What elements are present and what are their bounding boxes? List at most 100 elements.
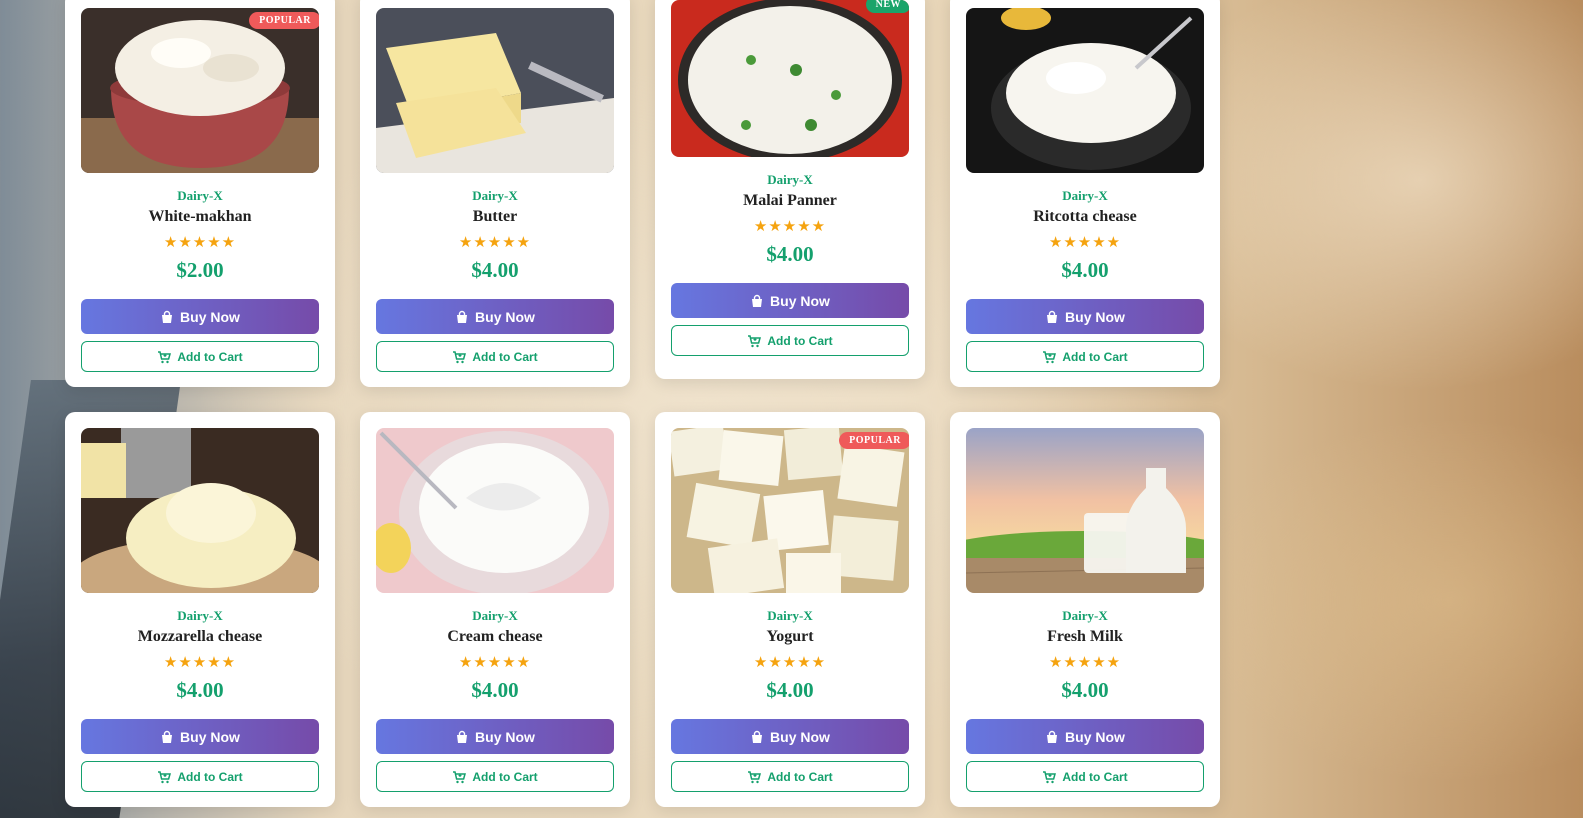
product-brand: Dairy-X [767,608,813,623]
product-card-malai-panner: NEW Dairy-X Malai Panner ★★★★★ $4.00 Buy… [655,0,925,379]
rating-stars: ★★★★★ [163,653,237,671]
add-to-cart-button[interactable]: Add to Cart [966,761,1204,792]
product-price: $4.00 [766,242,814,266]
rating-stars: ★★★★★ [753,217,827,235]
product-name: Ritcotta chease [1033,208,1137,225]
add-to-cart-label: Add to Cart [472,349,538,364]
shopping-bag-icon [160,310,174,324]
add-to-cart-button[interactable]: Add to Cart [966,341,1204,372]
rating-stars: ★★★★★ [163,233,237,251]
cart-icon [747,770,762,784]
badge-new: NEW [865,0,909,13]
rating-stars: ★★★★★ [1048,653,1122,671]
product-image-malai-panner[interactable]: NEW [671,0,909,157]
product-brand: Dairy-X [472,608,518,623]
add-to-cart-button[interactable]: Add to Cart [671,325,909,356]
cart-icon [747,334,762,348]
rating-stars: ★★★★★ [458,233,532,251]
add-to-cart-label: Add to Cart [472,769,538,784]
product-price: $4.00 [471,678,519,702]
add-to-cart-button[interactable]: Add to Cart [671,761,909,792]
buy-now-label: Buy Now [770,728,830,745]
product-card-mozzarella-chease: Dairy-X Mozzarella chease ★★★★★ $4.00 Bu… [65,412,335,807]
product-price: $2.00 [176,258,224,282]
add-to-cart-label: Add to Cart [1062,349,1128,364]
buy-now-label: Buy Now [180,308,240,325]
buy-now-button[interactable]: Buy Now [966,719,1204,754]
buy-now-button[interactable]: Buy Now [671,719,909,754]
buy-now-label: Buy Now [1065,308,1125,325]
badge-popular: POPULAR [249,12,319,29]
product-card-white-makhan: POPULAR Dairy-X White-makhan ★★★★★ $2.00… [65,0,335,387]
shopping-bag-icon [750,294,764,308]
buy-now-button[interactable]: Buy Now [671,283,909,318]
cart-icon [157,770,172,784]
buy-now-button[interactable]: Buy Now [376,299,614,334]
add-to-cart-button[interactable]: Add to Cart [376,341,614,372]
product-image-ritcotta-chease[interactable] [966,8,1204,173]
product-price: $4.00 [1061,678,1109,702]
add-to-cart-label: Add to Cart [1062,769,1128,784]
product-image-fresh-milk[interactable] [966,428,1204,593]
cart-icon [1042,350,1057,364]
add-to-cart-label: Add to Cart [177,349,243,364]
product-name: Yogurt [766,628,814,645]
product-image-mozzarella-chease[interactable] [81,428,319,593]
buy-now-button[interactable]: Buy Now [376,719,614,754]
product-image-cream-chease[interactable] [376,428,614,593]
product-name: Cream chease [447,628,543,645]
cart-icon [452,770,467,784]
shopping-bag-icon [1045,310,1059,324]
product-name: Malai Panner [743,192,837,209]
product-brand: Dairy-X [767,172,813,187]
product-card-butter: Dairy-X Butter ★★★★★ $4.00 Buy Now Add t… [360,0,630,387]
product-brand: Dairy-X [1062,608,1108,623]
buy-now-button[interactable]: Buy Now [966,299,1204,334]
add-to-cart-button[interactable]: Add to Cart [81,761,319,792]
buy-now-label: Buy Now [475,728,535,745]
shopping-bag-icon [160,730,174,744]
badge-popular: POPULAR [839,432,909,449]
cart-icon [1042,770,1057,784]
product-price: $4.00 [766,678,814,702]
shopping-bag-icon [455,730,469,744]
product-name: Butter [472,208,518,225]
buy-now-label: Buy Now [475,308,535,325]
product-price: $4.00 [471,258,519,282]
cart-icon [452,350,467,364]
rating-stars: ★★★★★ [753,653,827,671]
product-price: $4.00 [176,678,224,702]
product-name: Mozzarella chease [137,628,263,645]
shopping-bag-icon [750,730,764,744]
add-to-cart-label: Add to Cart [767,769,833,784]
rating-stars: ★★★★★ [1048,233,1122,251]
buy-now-button[interactable]: Buy Now [81,299,319,334]
product-card-cream-chease: Dairy-X Cream chease ★★★★★ $4.00 Buy Now… [360,412,630,807]
shopping-bag-icon [1045,730,1059,744]
add-to-cart-label: Add to Cart [767,333,833,348]
product-image-white-makhan[interactable]: POPULAR [81,8,319,173]
product-brand: Dairy-X [1062,188,1108,203]
add-to-cart-button[interactable]: Add to Cart [81,341,319,372]
buy-now-button[interactable]: Buy Now [81,719,319,754]
cart-icon [157,350,172,364]
product-card-fresh-milk: Dairy-X Fresh Milk ★★★★★ $4.00 Buy Now A… [950,412,1220,807]
shopping-bag-icon [455,310,469,324]
product-price: $4.00 [1061,258,1109,282]
product-brand: Dairy-X [177,608,223,623]
product-image-butter[interactable] [376,8,614,173]
buy-now-label: Buy Now [770,292,830,309]
product-grid: POPULAR Dairy-X White-makhan ★★★★★ $2.00… [65,0,1220,807]
buy-now-label: Buy Now [180,728,240,745]
product-brand: Dairy-X [472,188,518,203]
product-card-ritcotta-chease: Dairy-X Ritcotta chease ★★★★★ $4.00 Buy … [950,0,1220,387]
product-card-yogurt: POPULAR Dairy-X Yogurt ★★★★★ $4.00 Buy N… [655,412,925,807]
product-image-yogurt[interactable]: POPULAR [671,428,909,593]
product-name: White-makhan [148,208,252,225]
buy-now-label: Buy Now [1065,728,1125,745]
rating-stars: ★★★★★ [458,653,532,671]
product-brand: Dairy-X [177,188,223,203]
product-name: Fresh Milk [1047,628,1123,645]
add-to-cart-label: Add to Cart [177,769,243,784]
add-to-cart-button[interactable]: Add to Cart [376,761,614,792]
